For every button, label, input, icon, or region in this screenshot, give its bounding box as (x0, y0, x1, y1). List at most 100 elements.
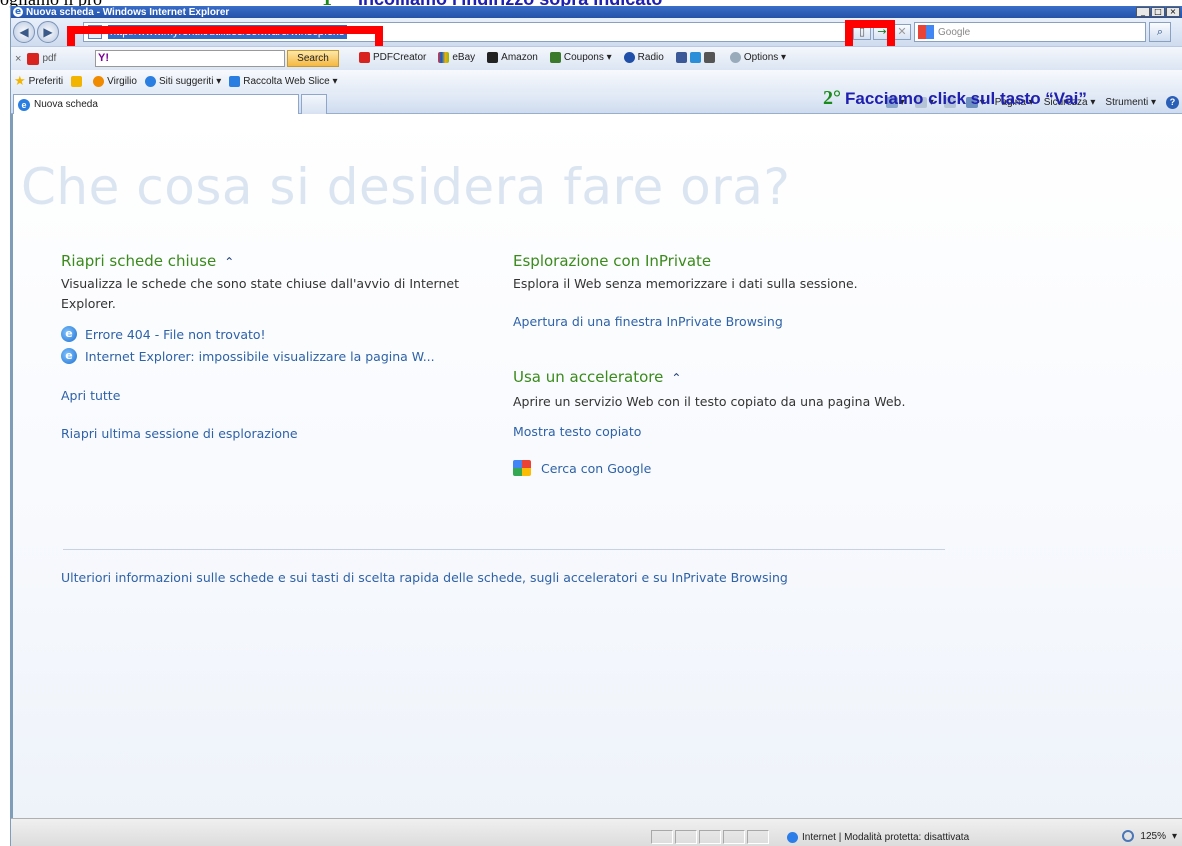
zoom-level: 125% (1140, 830, 1166, 842)
ie-page-icon: e (61, 348, 77, 364)
toolbar-close-button[interactable]: × (15, 53, 21, 65)
search-placeholder: Google (938, 26, 971, 38)
status-segment (651, 830, 673, 844)
google-icon (513, 460, 531, 476)
title-bar: e Nuova scheda - Windows Internet Explor… (11, 6, 1182, 18)
accelerator-description: Aprire un servizio Web con il testo copi… (513, 394, 906, 409)
back-arrow-icon: ◀ (19, 25, 29, 39)
twitter-icon[interactable] (689, 52, 701, 63)
options-label: Options ▾ (743, 52, 787, 64)
search-box[interactable]: Google (914, 22, 1146, 42)
security-zone[interactable]: Internet | Modalità protetta: disattivat… (787, 830, 969, 844)
accelerator-title-text: Usa un acceleratore (513, 368, 664, 386)
minimize-button[interactable]: _ (1136, 7, 1150, 17)
security-zone-label: Internet | Modalità protetta: disattivat… (802, 831, 970, 843)
step2-text: Facciamo click sul tasto “Vai” (845, 89, 1087, 108)
globe-icon (787, 831, 798, 843)
collapse-chevron-icon[interactable]: ⌃ (224, 255, 234, 269)
fav-suggested-label: Siti suggeriti ▾ (158, 75, 222, 87)
zoom-control[interactable]: 125% ▾ (1122, 830, 1177, 842)
page-headline: Che cosa si desidera fare ora? (21, 158, 791, 216)
reopen-description: Visualizza le schede che sono state chiu… (61, 276, 459, 311)
coupons-button[interactable]: Coupons ▾ (549, 52, 612, 64)
reopen-title-text: Riapri schede chiuse (61, 252, 217, 270)
step2-annotation: 2° Facciamo click sul tasto “Vai” (823, 87, 1087, 110)
toolbar-items: PDFCreator eBay Amazon Coupons ▾ Radio O… (359, 52, 786, 63)
closed-tab-link-1-label: Errore 404 - File non trovato! (85, 326, 266, 342)
add-favorite-icon (71, 75, 83, 87)
fav-web-slice-label: Raccolta Web Slice ▾ (243, 75, 338, 87)
yahoo-toolbar: × pdf Y! Search PDFCreator eBay Amazon C… (11, 46, 1182, 70)
inprivate-section-title: Esplorazione con InPrivate (513, 252, 712, 270)
status-segment (747, 830, 769, 844)
collapse-chevron-icon[interactable]: ⌃ (671, 371, 681, 385)
reopen-session-link[interactable]: Riapri ultima sessione di esplorazione (61, 426, 298, 441)
status-bar: Internet | Modalità protetta: disattivat… (11, 818, 1182, 846)
maximize-button[interactable]: □ (1151, 7, 1165, 17)
social-buttons[interactable] (675, 52, 718, 63)
ie-tab-icon: e (18, 98, 30, 111)
close-window-button[interactable]: × (1166, 7, 1180, 17)
show-copied-text-link[interactable]: Mostra testo copiato (513, 424, 641, 439)
tab-nuova-scheda[interactable]: e Nuova scheda (13, 94, 299, 114)
ie-page-icon: e (61, 326, 77, 342)
pdfcreator-label: PDFCreator (373, 52, 427, 64)
facebook-icon[interactable] (675, 52, 687, 63)
virgilio-icon (93, 75, 105, 87)
closed-tab-link-1[interactable]: e Errore 404 - File non trovato! (61, 326, 266, 342)
status-segment (675, 830, 697, 844)
radio-icon (623, 52, 635, 63)
add-favorites-button[interactable] (71, 75, 85, 87)
pdf-icon (27, 52, 40, 65)
more-info-link[interactable]: Ulteriori informazioni sulle schede e su… (61, 570, 788, 585)
ie-logo-icon: e (13, 7, 23, 17)
closed-tab-link-2[interactable]: e Internet Explorer: impossibile visualiz… (61, 348, 435, 364)
yahoo-search-button[interactable]: Search (287, 50, 339, 67)
status-segment (723, 830, 745, 844)
ie-icon (144, 75, 156, 87)
fav-web-slice[interactable]: Raccolta Web Slice ▾ (229, 75, 338, 87)
pdfcreator-button[interactable]: PDFCreator (359, 52, 426, 63)
stop-button[interactable]: ✕ (893, 24, 911, 40)
ebay-button[interactable]: eBay (438, 52, 475, 63)
zoom-icon (1122, 830, 1135, 842)
new-tab-page: Che cosa si desidera fare ora? Riapri sc… (11, 114, 1182, 818)
zoom-dropdown-icon[interactable]: ▾ (1172, 831, 1177, 842)
tab-label: Nuova scheda (34, 99, 98, 110)
amazon-label: Amazon (501, 52, 538, 64)
amazon-icon (487, 52, 499, 63)
search-button[interactable]: ⌕ (1149, 22, 1171, 42)
fav-virgilio[interactable]: Virgilio (93, 75, 137, 87)
status-segment (699, 830, 721, 844)
options-icon (729, 52, 741, 63)
new-tab-button[interactable] (301, 94, 327, 114)
ebay-label: eBay (452, 52, 476, 64)
google-search-link[interactable]: Cerca con Google (513, 460, 651, 476)
web-slice-icon (229, 75, 241, 87)
coupons-label: Coupons ▾ (563, 52, 612, 64)
reopen-section-title[interactable]: Riapri schede chiuse ⌃ (61, 252, 234, 270)
options-button[interactable]: Options ▾ (729, 52, 787, 64)
googleplus-icon[interactable] (703, 52, 715, 63)
closed-tab-link-2-label: Internet Explorer: impossibile visualizz… (85, 348, 435, 364)
window-title: Nuova scheda - Windows Internet Explorer (26, 6, 230, 18)
back-button[interactable]: ◀ (13, 21, 35, 43)
radio-button[interactable]: Radio (623, 52, 664, 63)
open-all-link[interactable]: Apri tutte (61, 388, 120, 403)
forward-button[interactable]: ▶ (37, 21, 59, 43)
fav-virgilio-label: Virgilio (107, 75, 137, 87)
favorites-button[interactable]: Preferiti (29, 76, 63, 87)
tools-menu[interactable]: Strumenti ▾ (1105, 97, 1156, 108)
fav-suggested-sites[interactable]: Siti suggeriti ▾ (144, 75, 222, 87)
google-search-label: Cerca con Google (541, 460, 652, 476)
accelerator-section-title[interactable]: Usa un acceleratore ⌃ (513, 368, 681, 386)
inprivate-link[interactable]: Apertura di una finestra InPrivate Brows… (513, 314, 783, 329)
inprivate-description: Esplora il Web senza memorizzare i dati … (513, 276, 858, 291)
amazon-button[interactable]: Amazon (487, 52, 538, 63)
browser-window: e Nuova scheda - Windows Internet Explor… (10, 6, 1182, 846)
favorites-star-icon: ★ (14, 73, 26, 88)
help-icon[interactable]: ? (1166, 96, 1179, 109)
ebay-icon (438, 52, 450, 63)
yahoo-search-input[interactable]: Y! (95, 50, 285, 67)
forward-arrow-icon: ▶ (43, 25, 53, 39)
